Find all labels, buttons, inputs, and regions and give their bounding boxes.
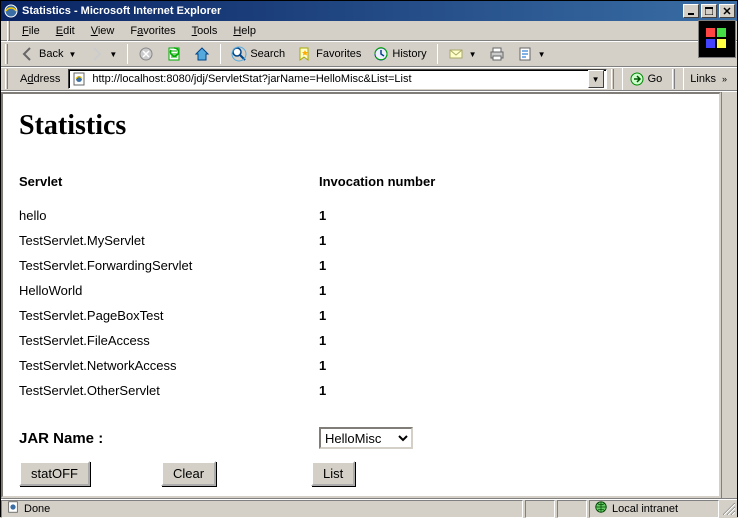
grip-icon — [672, 69, 675, 89]
invocation-count-cell: 1 — [319, 278, 499, 303]
back-button[interactable]: Back ▼ — [16, 44, 80, 64]
favorites-button[interactable]: Favorites — [293, 44, 365, 64]
chevron-down-icon[interactable]: ▼ — [538, 50, 546, 59]
forward-button[interactable]: ▼ — [84, 44, 121, 64]
mail-button[interactable]: ▼ — [444, 44, 481, 64]
invocation-count-cell: 1 — [319, 303, 499, 328]
ie-logo-icon — [3, 3, 19, 19]
vertical-scrollbar[interactable] — [721, 92, 737, 498]
address-dropdown-button[interactable]: ▼ — [588, 70, 604, 88]
grip-icon — [7, 21, 10, 41]
jar-name-label: JAR Name : — [19, 430, 319, 447]
invocation-count-cell: 1 — [319, 203, 499, 228]
links-button[interactable]: Links » — [683, 68, 733, 90]
col-header-servlet: Servlet — [19, 170, 319, 203]
grip-icon — [611, 69, 614, 89]
table-row: TestServlet.ForwardingServlet1 — [19, 253, 499, 278]
maximize-button[interactable] — [701, 4, 717, 18]
invocation-count-cell: 1 — [319, 378, 499, 403]
zone-text: Local intranet — [612, 503, 678, 515]
status-pane-2 — [525, 500, 555, 518]
menu-tools[interactable]: Tools — [184, 23, 226, 39]
window-title: Statistics - Microsoft Internet Explorer — [22, 5, 683, 17]
servlet-name-cell: hello — [19, 203, 319, 228]
search-label: Search — [250, 48, 285, 60]
search-button[interactable]: Search — [227, 44, 289, 64]
status-pane-3 — [557, 500, 587, 518]
address-input[interactable] — [90, 72, 587, 86]
servlet-name-cell: TestServlet.ForwardingServlet — [19, 253, 319, 278]
refresh-button[interactable] — [162, 44, 186, 64]
servlet-name-cell: TestServlet.FileAccess — [19, 328, 319, 353]
menu-edit[interactable]: Edit — [48, 23, 83, 39]
favorites-label: Favorites — [316, 48, 361, 60]
table-row: HelloWorld1 — [19, 278, 499, 303]
invocation-count-cell: 1 — [319, 328, 499, 353]
minimize-button[interactable] — [683, 4, 699, 18]
list-button[interactable]: List — [311, 461, 355, 486]
menu-file[interactable]: File — [14, 23, 48, 39]
jar-name-select[interactable]: HelloMisc — [319, 427, 413, 449]
print-button[interactable] — [485, 44, 509, 64]
servlet-name-cell: TestServlet.NetworkAccess — [19, 353, 319, 378]
edit-button[interactable]: ▼ — [513, 44, 550, 64]
titlebar: Statistics - Microsoft Internet Explorer — [1, 1, 737, 21]
content-area: Statistics Servlet Invocation number hel… — [1, 91, 737, 498]
links-label: Links — [690, 73, 716, 85]
chevron-right-icon: » — [722, 74, 727, 84]
address-field-wrapper: ▼ — [68, 69, 606, 89]
statoff-button[interactable]: statOFF — [19, 461, 90, 486]
statusbar: Done Local intranet — [1, 498, 737, 518]
col-header-invocation: Invocation number — [319, 170, 499, 203]
table-row: TestServlet.FileAccess1 — [19, 328, 499, 353]
table-row: TestServlet.NetworkAccess1 — [19, 353, 499, 378]
addressbar: Address ▼ Go Links » — [1, 67, 737, 91]
back-label: Back — [39, 48, 63, 60]
servlet-name-cell: TestServlet.PageBoxTest — [19, 303, 319, 328]
throbber-icon — [698, 20, 736, 58]
stats-table: Servlet Invocation number hello1TestServ… — [19, 170, 499, 403]
menu-view[interactable]: View — [83, 23, 123, 39]
status-text: Done — [24, 503, 50, 515]
menu-favorites[interactable]: Favorites — [122, 23, 183, 39]
grip-icon — [5, 69, 8, 89]
resize-grip-icon[interactable] — [721, 501, 737, 517]
page-icon — [6, 500, 20, 517]
servlet-name-cell: HelloWorld — [19, 278, 319, 303]
invocation-count-cell: 1 — [319, 353, 499, 378]
page-heading: Statistics — [19, 110, 703, 142]
history-button[interactable]: History — [369, 44, 430, 64]
servlet-name-cell: TestServlet.OtherServlet — [19, 378, 319, 403]
home-button[interactable] — [190, 44, 214, 64]
servlet-name-cell: TestServlet.MyServlet — [19, 228, 319, 253]
clear-button[interactable]: Clear — [161, 461, 216, 486]
close-button[interactable] — [719, 4, 735, 18]
chevron-down-icon[interactable]: ▼ — [68, 50, 76, 59]
table-row: TestServlet.MyServlet1 — [19, 228, 499, 253]
status-main-pane: Done — [1, 500, 523, 518]
stop-button[interactable] — [134, 44, 158, 64]
menu-help[interactable]: Help — [225, 23, 264, 39]
page-body: Statistics Servlet Invocation number hel… — [1, 92, 721, 498]
invocation-count-cell: 1 — [319, 253, 499, 278]
table-row: TestServlet.OtherServlet1 — [19, 378, 499, 403]
security-zone-pane: Local intranet — [589, 500, 719, 518]
address-label: Address — [16, 73, 64, 85]
invocation-count-cell: 1 — [319, 228, 499, 253]
go-label: Go — [648, 73, 663, 85]
page-icon — [71, 71, 87, 87]
chevron-down-icon[interactable]: ▼ — [109, 50, 117, 59]
grip-icon — [5, 44, 8, 64]
chevron-down-icon[interactable]: ▼ — [469, 50, 477, 59]
go-button[interactable]: Go — [622, 68, 669, 90]
menubar: File Edit View Favorites Tools Help — [1, 21, 737, 41]
table-row: TestServlet.PageBoxTest1 — [19, 303, 499, 328]
history-label: History — [392, 48, 426, 60]
intranet-icon — [594, 500, 608, 517]
toolbar: Back ▼ ▼ Search Favorites History ▼ ▼ — [1, 41, 737, 67]
table-row: hello1 — [19, 203, 499, 228]
